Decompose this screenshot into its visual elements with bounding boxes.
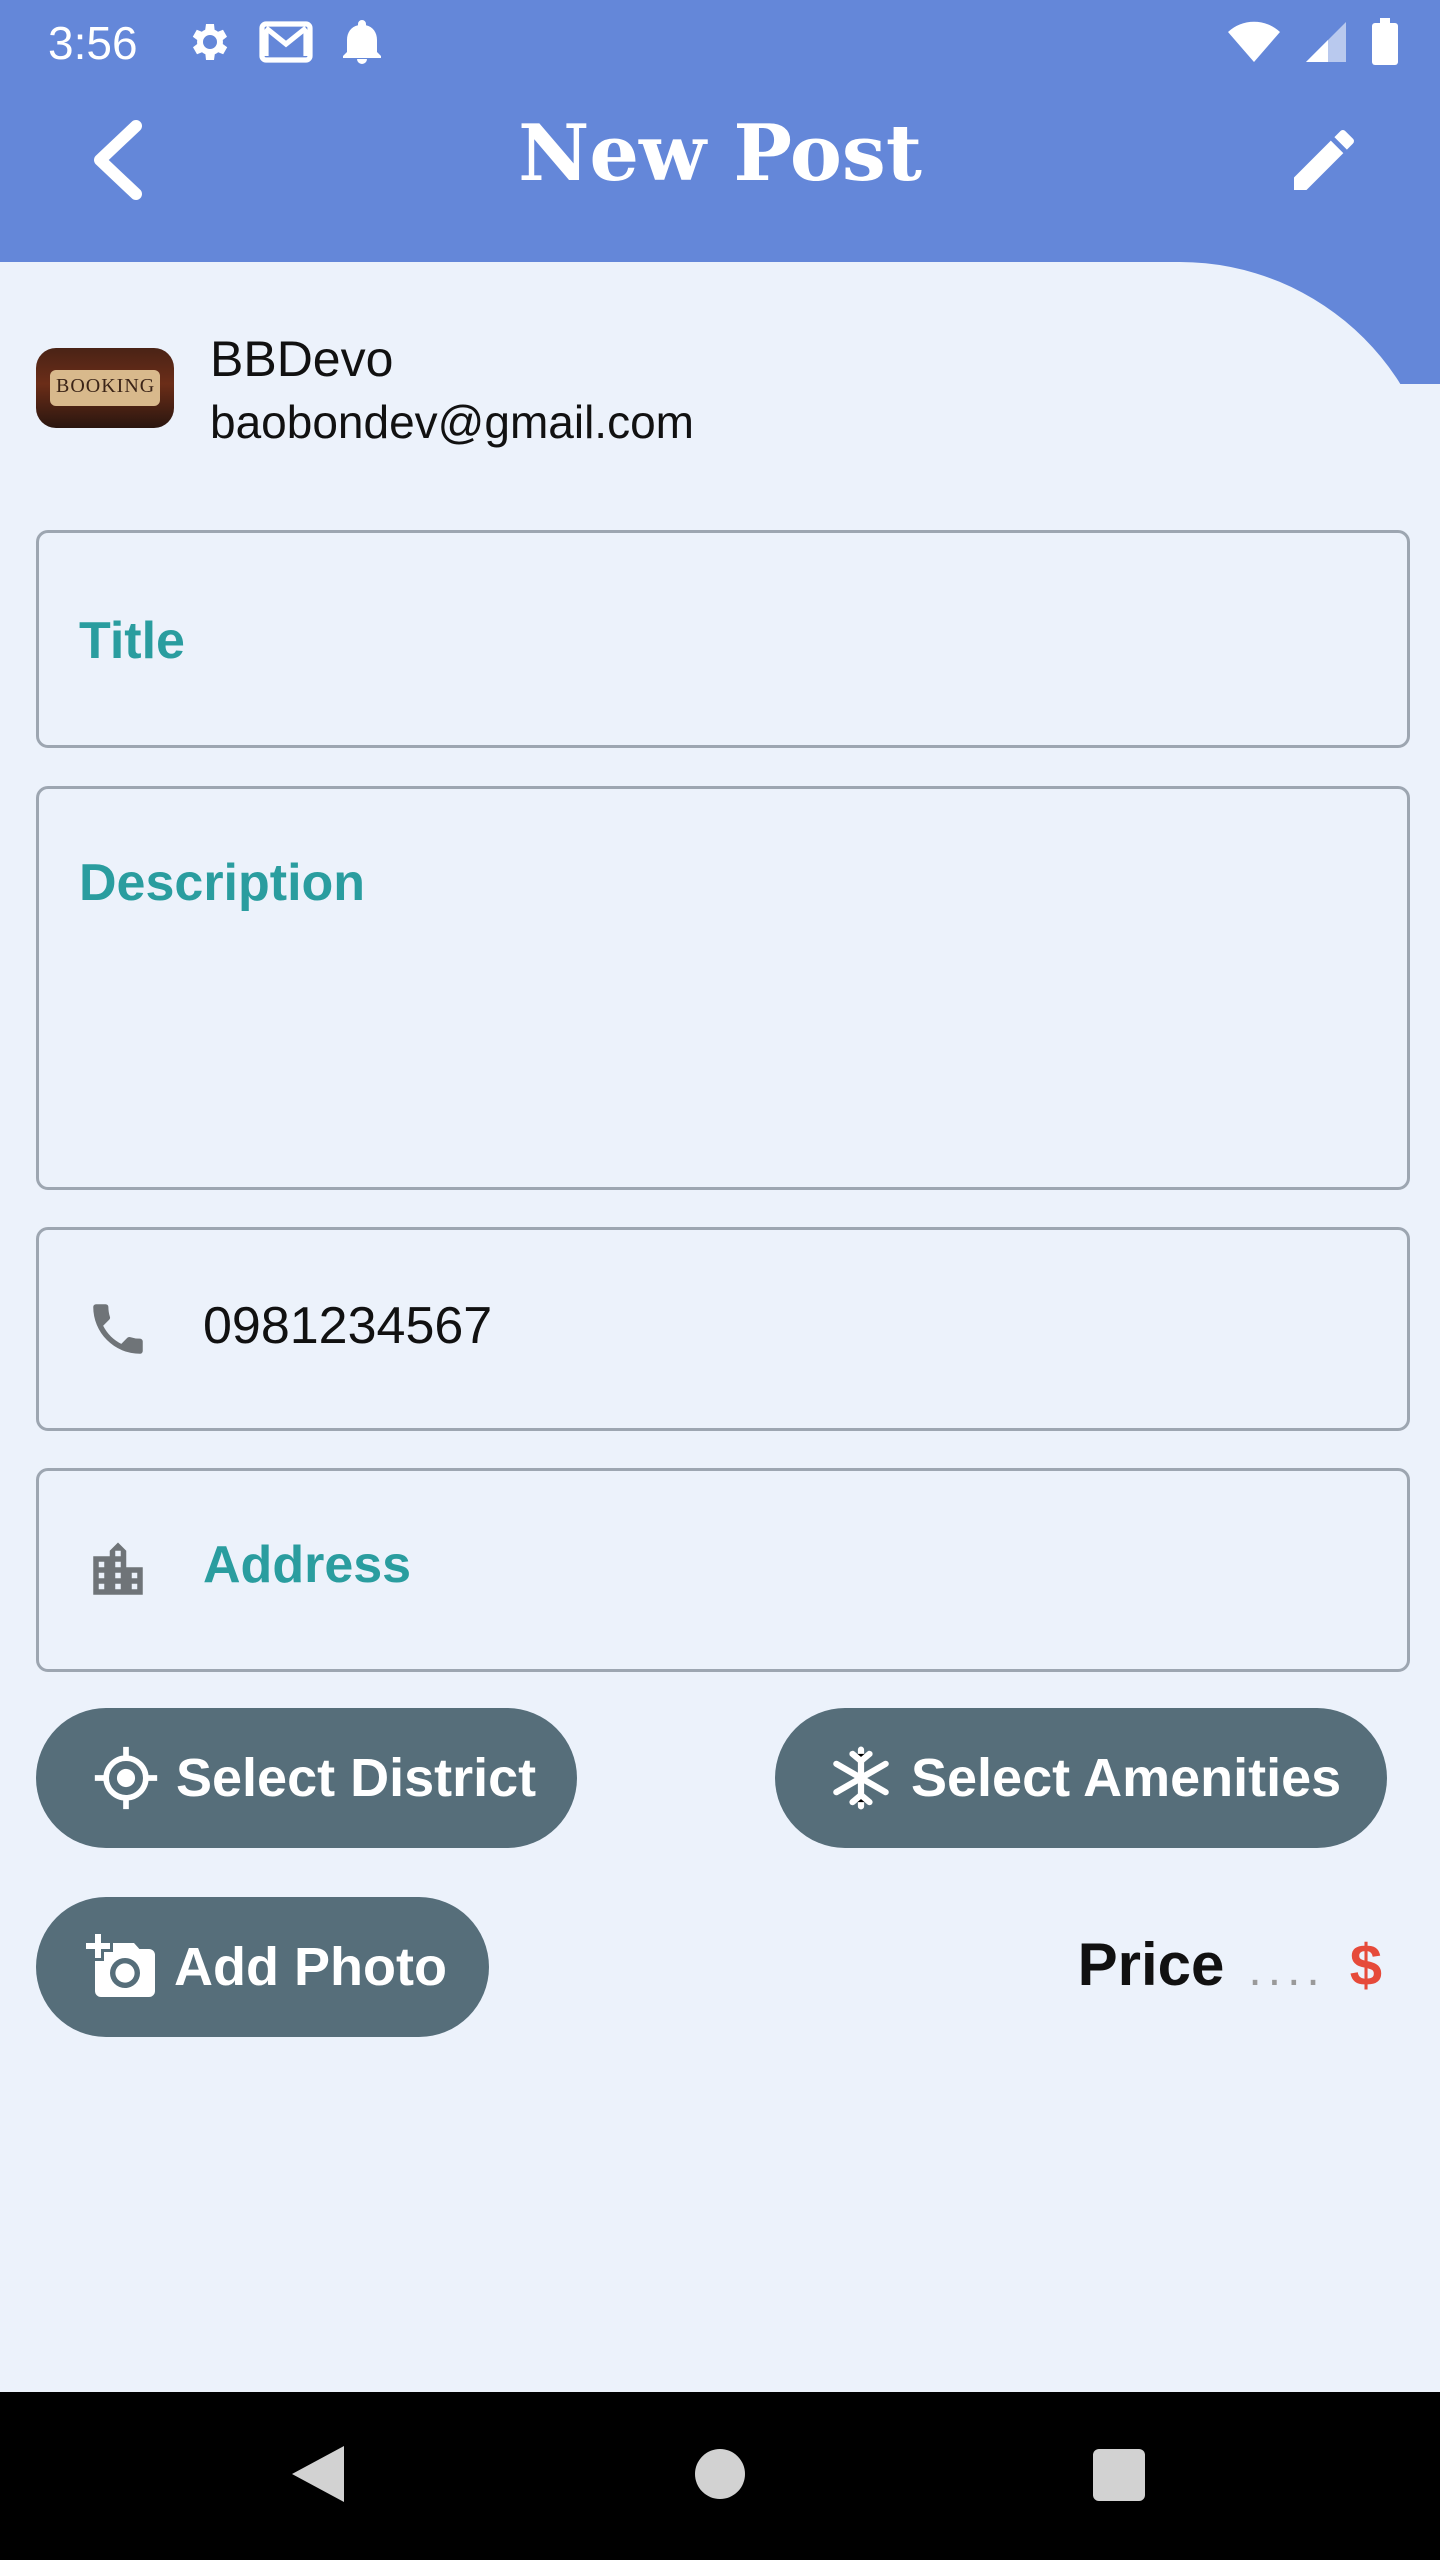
add-photo-icon	[86, 1934, 155, 1997]
wifi-icon	[1228, 21, 1280, 62]
nav-home-icon[interactable]	[694, 2448, 746, 2500]
select-amenities-label: Select Amenities	[911, 1748, 1342, 1808]
edit-button[interactable]	[1284, 120, 1364, 200]
status-time: 3:56	[48, 17, 138, 69]
description-field[interactable]: Description	[36, 786, 1410, 1190]
nav-back-icon[interactable]	[288, 2442, 348, 2506]
building-icon	[93, 1542, 143, 1595]
price-row[interactable]: Price .... $	[1078, 1930, 1382, 1999]
snowflake-icon	[833, 1746, 889, 1810]
avatar-text: BOOKING	[56, 375, 156, 397]
title-field[interactable]: Title	[36, 530, 1410, 748]
battery-icon	[1372, 18, 1398, 65]
gear-icon	[192, 24, 228, 60]
add-photo-label: Add Photo	[174, 1937, 447, 1997]
phone-value: 0981234567	[203, 1297, 493, 1355]
price-label: Price	[1077, 1931, 1225, 1998]
bell-icon	[343, 20, 381, 64]
gmail-icon	[259, 21, 313, 63]
status-icons-right	[1226, 18, 1400, 66]
phone-field[interactable]: 0981234567	[36, 1227, 1410, 1431]
user-email: baobondev@gmail.com	[210, 396, 694, 448]
status-icons-left	[184, 18, 384, 66]
status-bar: 3:56	[0, 0, 1440, 84]
signal-icon	[1306, 22, 1346, 62]
avatar: BOOKING	[36, 348, 174, 428]
description-label: Description	[79, 854, 366, 912]
address-field[interactable]: Address	[36, 1468, 1410, 1672]
phone-icon	[93, 1304, 143, 1354]
address-label: Address	[203, 1536, 412, 1594]
page-title: New Post	[518, 108, 922, 199]
crosshair-icon	[94, 1746, 158, 1810]
add-photo-button[interactable]: Add Photo	[36, 1897, 489, 2037]
nav-recents-icon[interactable]	[1092, 2448, 1146, 2502]
price-input[interactable]: ....	[1248, 1942, 1325, 1997]
title-label: Title	[79, 612, 185, 670]
select-amenities-button[interactable]: Select Amenities	[775, 1708, 1387, 1848]
pencil-icon	[1294, 129, 1354, 190]
select-district-label: Select District	[176, 1748, 537, 1808]
select-district-button[interactable]: Select District	[36, 1708, 577, 1848]
currency-symbol: $	[1349, 1933, 1382, 1998]
user-name: BBDevo	[210, 331, 394, 387]
